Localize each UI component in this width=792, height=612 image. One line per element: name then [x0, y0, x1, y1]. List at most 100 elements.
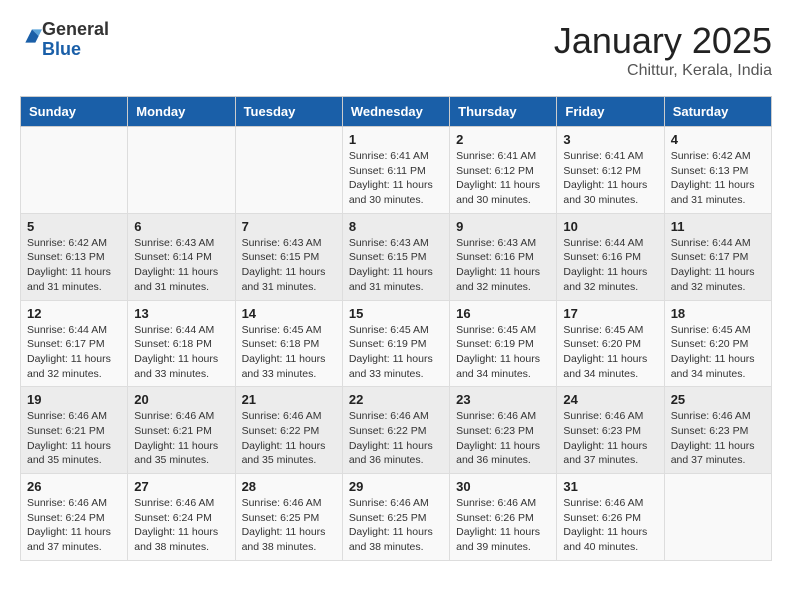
calendar-day-cell: 12 Sunrise: 6:44 AM Sunset: 6:17 PM Dayli… [21, 300, 128, 387]
logo-icon [22, 26, 42, 46]
day-info: Sunrise: 6:41 AM Sunset: 6:11 PM Dayligh… [349, 149, 443, 208]
day-info: Sunrise: 6:46 AM Sunset: 6:21 PM Dayligh… [27, 409, 121, 468]
day-number: 9 [456, 219, 550, 234]
weekday-header-cell: Friday [557, 97, 664, 127]
day-info: Sunrise: 6:42 AM Sunset: 6:13 PM Dayligh… [27, 236, 121, 295]
calendar-day-cell: 30 Sunrise: 6:46 AM Sunset: 6:26 PM Dayli… [450, 474, 557, 561]
calendar-day-cell: 8Sunrise: 6:43 AM Sunset: 6:15 PM Daylig… [342, 213, 449, 300]
day-number: 18 [671, 306, 765, 321]
weekday-header-cell: Sunday [21, 97, 128, 127]
day-info: Sunrise: 6:41 AM Sunset: 6:12 PM Dayligh… [563, 149, 657, 208]
calendar-day-cell: 23 Sunrise: 6:46 AM Sunset: 6:23 PM Dayli… [450, 387, 557, 474]
day-info: Sunrise: 6:42 AM Sunset: 6:13 PM Dayligh… [671, 149, 765, 208]
day-number: 10 [563, 219, 657, 234]
day-info: Sunrise: 6:43 AM Sunset: 6:16 PM Dayligh… [456, 236, 550, 295]
day-number: 14 [242, 306, 336, 321]
calendar-day-cell: 21 Sunrise: 6:46 AM Sunset: 6:22 PM Dayli… [235, 387, 342, 474]
day-number: 11 [671, 219, 765, 234]
day-number: 28 [242, 479, 336, 494]
location: Chittur, Kerala, India [554, 62, 772, 80]
calendar-week-row: 1 Sunrise: 6:41 AM Sunset: 6:11 PM Daylig… [21, 127, 772, 214]
day-info: Sunrise: 6:45 AM Sunset: 6:20 PM Dayligh… [563, 323, 657, 382]
day-info: Sunrise: 6:46 AM Sunset: 6:26 PM Dayligh… [456, 496, 550, 555]
day-info: Sunrise: 6:46 AM Sunset: 6:21 PM Dayligh… [134, 409, 228, 468]
day-info: Sunrise: 6:46 AM Sunset: 6:23 PM Dayligh… [563, 409, 657, 468]
weekday-header-cell: Thursday [450, 97, 557, 127]
day-info: Sunrise: 6:45 AM Sunset: 6:18 PM Dayligh… [242, 323, 336, 382]
day-info: Sunrise: 6:46 AM Sunset: 6:25 PM Dayligh… [349, 496, 443, 555]
calendar-day-cell: 19Sunrise: 6:46 AM Sunset: 6:21 PM Dayli… [21, 387, 128, 474]
calendar-day-cell: 9 Sunrise: 6:43 AM Sunset: 6:16 PM Daylig… [450, 213, 557, 300]
calendar-day-cell: 17 Sunrise: 6:45 AM Sunset: 6:20 PM Dayli… [557, 300, 664, 387]
day-number: 15 [349, 306, 443, 321]
calendar-day-cell: 27 Sunrise: 6:46 AM Sunset: 6:24 PM Dayli… [128, 474, 235, 561]
calendar: SundayMondayTuesdayWednesdayThursdayFrid… [20, 96, 772, 561]
day-info: Sunrise: 6:46 AM Sunset: 6:22 PM Dayligh… [349, 409, 443, 468]
calendar-week-row: 12 Sunrise: 6:44 AM Sunset: 6:17 PM Dayli… [21, 300, 772, 387]
calendar-body: 1 Sunrise: 6:41 AM Sunset: 6:11 PM Daylig… [21, 127, 772, 561]
calendar-day-cell [664, 474, 771, 561]
day-info: Sunrise: 6:46 AM Sunset: 6:23 PM Dayligh… [671, 409, 765, 468]
day-number: 20 [134, 392, 228, 407]
calendar-day-cell: 22Sunrise: 6:46 AM Sunset: 6:22 PM Dayli… [342, 387, 449, 474]
day-info: Sunrise: 6:44 AM Sunset: 6:18 PM Dayligh… [134, 323, 228, 382]
day-info: Sunrise: 6:44 AM Sunset: 6:17 PM Dayligh… [27, 323, 121, 382]
day-info: Sunrise: 6:43 AM Sunset: 6:15 PM Dayligh… [349, 236, 443, 295]
logo-text: General Blue [42, 20, 109, 60]
calendar-day-cell: 14 Sunrise: 6:45 AM Sunset: 6:18 PM Dayli… [235, 300, 342, 387]
calendar-day-cell: 28Sunrise: 6:46 AM Sunset: 6:25 PM Dayli… [235, 474, 342, 561]
day-number: 23 [456, 392, 550, 407]
day-number: 7 [242, 219, 336, 234]
weekday-header-cell: Monday [128, 97, 235, 127]
day-info: Sunrise: 6:43 AM Sunset: 6:14 PM Dayligh… [134, 236, 228, 295]
calendar-day-cell: 24Sunrise: 6:46 AM Sunset: 6:23 PM Dayli… [557, 387, 664, 474]
day-number: 25 [671, 392, 765, 407]
day-info: Sunrise: 6:44 AM Sunset: 6:17 PM Dayligh… [671, 236, 765, 295]
day-number: 29 [349, 479, 443, 494]
calendar-day-cell: 11 Sunrise: 6:44 AM Sunset: 6:17 PM Dayli… [664, 213, 771, 300]
calendar-day-cell: 6 Sunrise: 6:43 AM Sunset: 6:14 PM Daylig… [128, 213, 235, 300]
calendar-day-cell: 18 Sunrise: 6:45 AM Sunset: 6:20 PM Dayli… [664, 300, 771, 387]
calendar-day-cell: 26 Sunrise: 6:46 AM Sunset: 6:24 PM Dayli… [21, 474, 128, 561]
calendar-day-cell: 10 Sunrise: 6:44 AM Sunset: 6:16 PM Dayli… [557, 213, 664, 300]
page-header: General Blue January 2025 Chittur, Keral… [20, 20, 772, 80]
day-number: 17 [563, 306, 657, 321]
day-info: Sunrise: 6:46 AM Sunset: 6:24 PM Dayligh… [27, 496, 121, 555]
day-number: 16 [456, 306, 550, 321]
day-number: 2 [456, 132, 550, 147]
calendar-day-cell [235, 127, 342, 214]
day-info: Sunrise: 6:46 AM Sunset: 6:22 PM Dayligh… [242, 409, 336, 468]
day-number: 3 [563, 132, 657, 147]
calendar-day-cell [128, 127, 235, 214]
day-info: Sunrise: 6:45 AM Sunset: 6:20 PM Dayligh… [671, 323, 765, 382]
day-number: 26 [27, 479, 121, 494]
day-number: 21 [242, 392, 336, 407]
day-info: Sunrise: 6:44 AM Sunset: 6:16 PM Dayligh… [563, 236, 657, 295]
calendar-day-cell: 15 Sunrise: 6:45 AM Sunset: 6:19 PM Dayli… [342, 300, 449, 387]
calendar-week-row: 26 Sunrise: 6:46 AM Sunset: 6:24 PM Dayli… [21, 474, 772, 561]
day-info: Sunrise: 6:45 AM Sunset: 6:19 PM Dayligh… [349, 323, 443, 382]
day-info: Sunrise: 6:46 AM Sunset: 6:23 PM Dayligh… [456, 409, 550, 468]
calendar-day-cell: 1 Sunrise: 6:41 AM Sunset: 6:11 PM Daylig… [342, 127, 449, 214]
calendar-day-cell: 25 Sunrise: 6:46 AM Sunset: 6:23 PM Dayli… [664, 387, 771, 474]
calendar-day-cell: 4Sunrise: 6:42 AM Sunset: 6:13 PM Daylig… [664, 127, 771, 214]
day-number: 27 [134, 479, 228, 494]
day-info: Sunrise: 6:46 AM Sunset: 6:24 PM Dayligh… [134, 496, 228, 555]
logo: General Blue [20, 20, 109, 60]
day-number: 1 [349, 132, 443, 147]
calendar-day-cell: 29 Sunrise: 6:46 AM Sunset: 6:25 PM Dayli… [342, 474, 449, 561]
day-number: 12 [27, 306, 121, 321]
logo-general: General [42, 20, 109, 40]
day-number: 31 [563, 479, 657, 494]
day-number: 5 [27, 219, 121, 234]
day-number: 30 [456, 479, 550, 494]
logo-blue: Blue [42, 40, 109, 60]
calendar-day-cell: 13 Sunrise: 6:44 AM Sunset: 6:18 PM Dayli… [128, 300, 235, 387]
calendar-day-cell: 7Sunrise: 6:43 AM Sunset: 6:15 PM Daylig… [235, 213, 342, 300]
day-number: 13 [134, 306, 228, 321]
month-title: January 2025 [554, 20, 772, 62]
title-block: January 2025 Chittur, Kerala, India [554, 20, 772, 80]
day-number: 6 [134, 219, 228, 234]
weekday-header-cell: Tuesday [235, 97, 342, 127]
weekday-header-row: SundayMondayTuesdayWednesdayThursdayFrid… [21, 97, 772, 127]
